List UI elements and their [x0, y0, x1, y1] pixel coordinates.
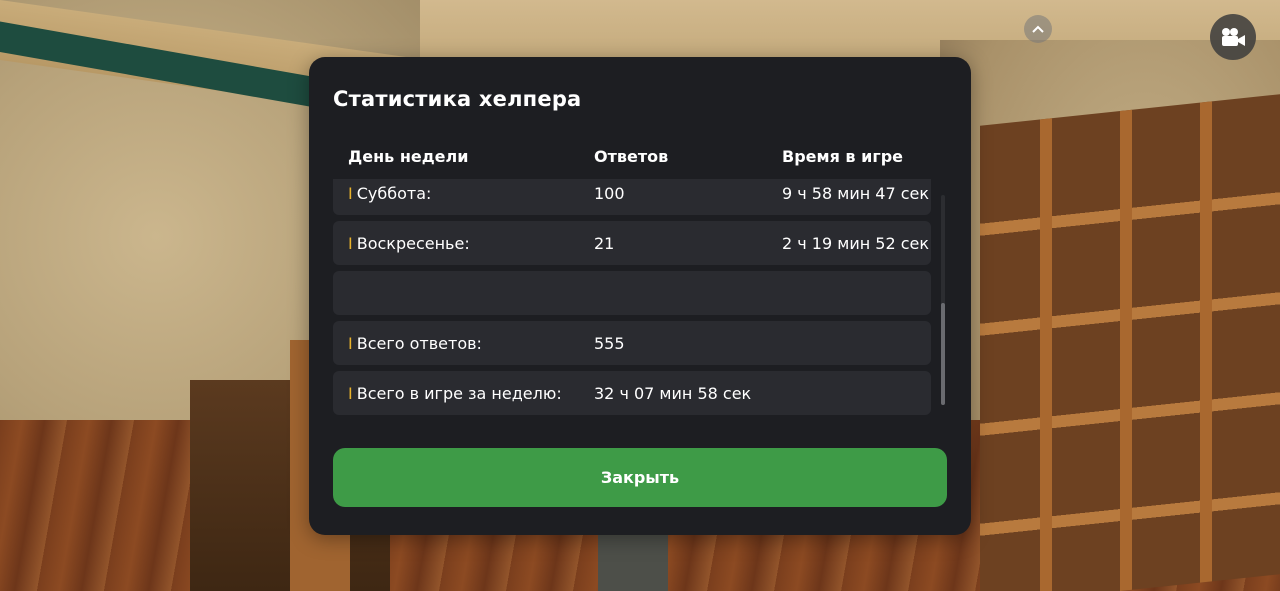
row-marker: I: [348, 184, 353, 203]
column-header-day: День недели: [348, 147, 469, 166]
helper-stats-dialog: Статистика хелпера День недели Ответов В…: [309, 57, 971, 535]
column-header-answers: Ответов: [594, 147, 669, 166]
table-row-total-answers: I Всего ответов: 555: [333, 321, 931, 365]
chevron-up-icon: [1032, 25, 1044, 33]
row-time: 2 ч 19 мин 52 сек: [782, 234, 930, 253]
row-day: Всего в игре за неделю:: [356, 384, 562, 403]
right-bookshelf: [980, 94, 1280, 591]
video-camera-button[interactable]: [1210, 14, 1256, 60]
row-answers: 555: [594, 334, 625, 353]
table-row-empty: [333, 271, 931, 315]
column-header-time: Время в игре: [782, 147, 903, 166]
row-answers: 21: [594, 234, 615, 253]
table-row-total-time: I Всего в игре за неделю: 32 ч 07 мин 58 …: [333, 371, 931, 415]
table-row: I Суббота: 100 9 ч 58 мин 47 сек: [333, 179, 931, 215]
stats-table-body[interactable]: I Суббота: 100 9 ч 58 мин 47 сек I Воскрес…: [333, 179, 931, 415]
dialog-title: Статистика хелпера: [333, 87, 582, 111]
table-header: День недели Ответов Время в игре: [333, 147, 931, 171]
table-scrollbar[interactable]: [941, 195, 945, 405]
player-character-legs: [598, 530, 668, 591]
row-day: Воскресенье:: [356, 234, 470, 253]
table-row: I Воскресенье: 21 2 ч 19 мин 52 сек: [333, 221, 931, 265]
row-answers: 32 ч 07 мин 58 сек: [594, 384, 752, 403]
row-day: Суббота:: [356, 184, 432, 203]
row-time: 9 ч 58 мин 47 сек: [782, 184, 930, 203]
video-camera-icon: [1222, 28, 1245, 46]
row-marker: I: [348, 384, 353, 403]
chevron-up-button[interactable]: [1024, 15, 1052, 43]
row-marker: I: [348, 334, 353, 353]
row-marker: I: [348, 234, 353, 253]
row-answers: 100: [594, 184, 625, 203]
close-button[interactable]: Закрыть: [333, 448, 947, 507]
row-day: Всего ответов:: [356, 334, 482, 353]
scrollbar-thumb[interactable]: [941, 303, 945, 405]
